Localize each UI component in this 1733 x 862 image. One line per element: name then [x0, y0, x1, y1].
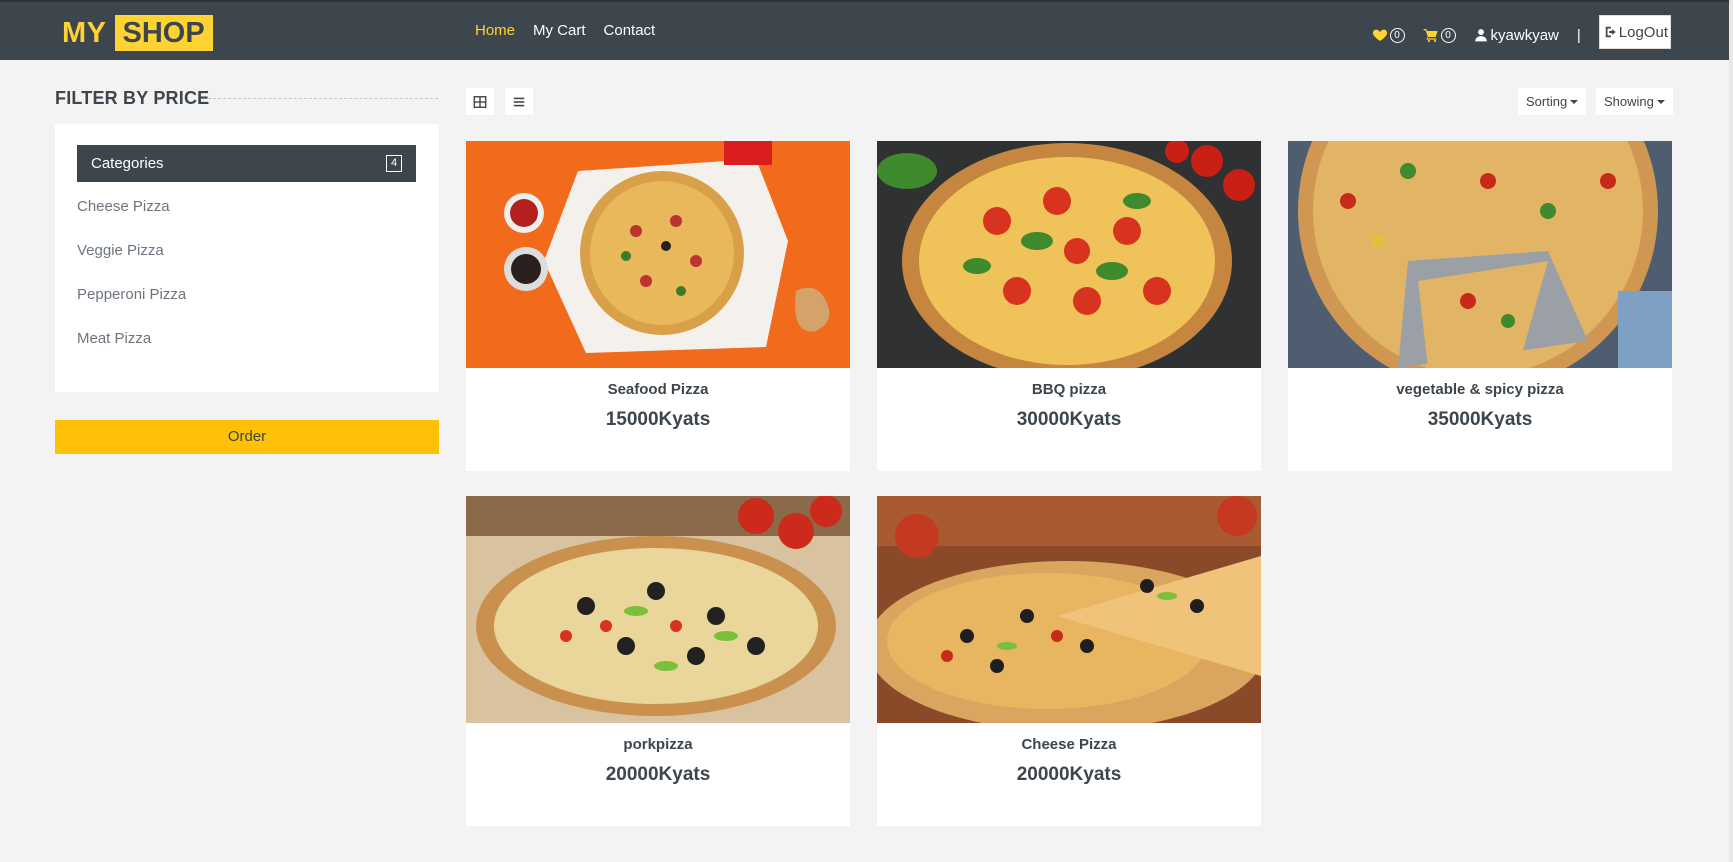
showing-dropdown[interactable]: Showing: [1596, 88, 1673, 115]
bbq-pizza-image: [877, 141, 1261, 368]
top-navbar: MY SHOP Home My Cart Contact 0 0 kyawkya…: [0, 0, 1733, 60]
cart-icon: [1423, 29, 1438, 43]
product-price: 20000Kyats: [1016, 764, 1122, 785]
order-button[interactable]: Order: [55, 420, 439, 454]
user-icon: [1474, 29, 1487, 42]
product-card[interactable]: porkpizza 20000Kyats: [466, 496, 850, 826]
username-label: kyawkyaw: [1490, 26, 1559, 44]
category-item-veggie-pizza[interactable]: Veggie Pizza: [77, 242, 186, 286]
main-nav: Home My Cart Contact: [475, 22, 655, 39]
title-dashed-divider: [208, 98, 438, 99]
wishlist-button[interactable]: 0: [1372, 27, 1405, 43]
logout-label: LogOut: [1618, 23, 1668, 41]
showing-label: Showing: [1604, 94, 1654, 109]
logo-text-my: MY: [62, 16, 107, 49]
product-price: 15000Kyats: [605, 409, 711, 430]
product-name[interactable]: vegetable & spicy pizza: [1288, 381, 1672, 398]
product-image[interactable]: [1288, 141, 1672, 368]
header-actions: 0 0 kyawkyaw | LogOut: [1372, 15, 1671, 49]
product-image[interactable]: [877, 141, 1261, 368]
cheese-pizza-image: [877, 496, 1261, 723]
nav-home-link[interactable]: Home: [475, 22, 515, 39]
logo-text-shop: SHOP: [114, 15, 213, 51]
product-name[interactable]: porkpizza: [466, 736, 850, 753]
product-name[interactable]: Seafood Pizza: [466, 381, 850, 398]
product-price: 30000Kyats: [1016, 409, 1122, 430]
category-item-cheese-pizza[interactable]: Cheese Pizza: [77, 198, 186, 242]
chevron-down-icon: [1656, 99, 1665, 104]
category-item-pepperoni-pizza[interactable]: Pepperoni Pizza: [77, 286, 186, 330]
shop-logo[interactable]: MY SHOP: [62, 15, 213, 51]
sorting-label: Sorting: [1526, 94, 1568, 109]
filter-section-title: FILTER BY PRICE: [55, 88, 210, 108]
wishlist-count-badge: 0: [1389, 27, 1405, 43]
product-card[interactable]: Cheese Pizza 20000Kyats: [877, 496, 1261, 826]
nav-contact-link[interactable]: Contact: [604, 22, 656, 39]
sorting-dropdown[interactable]: Sorting: [1518, 88, 1587, 115]
cart-count-badge: 0: [1440, 27, 1456, 43]
product-name[interactable]: BBQ pizza: [877, 381, 1261, 398]
chevron-down-icon: [1570, 99, 1579, 104]
product-card[interactable]: Seafood Pizza 15000Kyats: [466, 141, 850, 471]
list-view-button[interactable]: [505, 88, 533, 115]
product-image[interactable]: [466, 141, 850, 368]
categories-header[interactable]: Categories 4: [77, 145, 416, 182]
grid-icon: [473, 95, 487, 108]
heart-icon: [1372, 29, 1387, 41]
seafood-pizza-image: [466, 141, 850, 368]
window-scrollbar[interactable]: [1729, 0, 1733, 862]
sign-out-icon: [1605, 26, 1616, 38]
product-card[interactable]: vegetable & spicy pizza 35000Kyats: [1288, 141, 1672, 471]
product-name[interactable]: Cheese Pizza: [877, 736, 1261, 753]
list-icon: [513, 97, 525, 106]
pork-pizza-image: [466, 496, 850, 723]
category-item-meat-pizza[interactable]: Meat Pizza: [77, 330, 186, 374]
grid-view-button[interactable]: [466, 88, 494, 115]
categories-panel: Categories 4 Cheese Pizza Veggie Pizza P…: [55, 124, 439, 392]
nav-my-cart-link[interactable]: My Cart: [533, 22, 586, 39]
categories-label: Categories: [91, 155, 164, 172]
cart-button[interactable]: 0: [1423, 27, 1456, 43]
product-image[interactable]: [877, 496, 1261, 723]
categories-count-badge: 4: [386, 155, 402, 172]
user-menu[interactable]: kyawkyaw: [1474, 27, 1559, 44]
category-list: Cheese Pizza Veggie Pizza Pepperoni Pizz…: [77, 198, 186, 374]
header-divider: |: [1576, 26, 1581, 44]
vegetable-spicy-pizza-image: [1288, 141, 1672, 368]
product-price: 20000Kyats: [605, 764, 711, 785]
logout-button[interactable]: LogOut: [1598, 15, 1671, 49]
product-card[interactable]: BBQ pizza 30000Kyats: [877, 141, 1261, 471]
product-price: 35000Kyats: [1427, 409, 1533, 430]
product-image[interactable]: [466, 496, 850, 723]
